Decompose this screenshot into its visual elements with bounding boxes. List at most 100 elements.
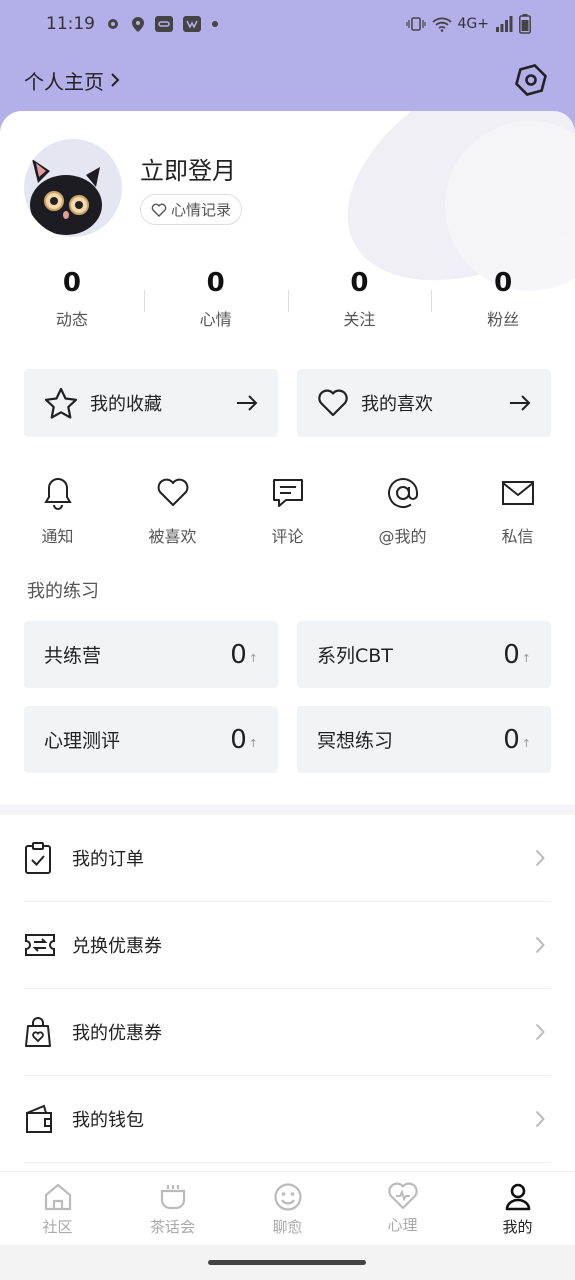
tab-community[interactable]: 社区 [0, 1172, 115, 1245]
arrow-up-icon: ↑ [521, 737, 531, 750]
menu-item-my-coupons[interactable]: 我的优惠券 [24, 989, 551, 1076]
wifi-icon [431, 17, 452, 32]
at-icon [387, 478, 418, 508]
chevron-right-icon [535, 849, 545, 867]
heart-icon [318, 389, 348, 417]
tab-label: 我的 [502, 1218, 533, 1236]
comment-icon [272, 479, 303, 507]
profile-sheet: 立即登月 心情记录 0 动态 0 心情 0 关注 0 粉丝 我的收藏 我的喜欢 … [0, 111, 575, 1245]
chevron-right-icon [111, 73, 120, 87]
mentions-label: @我的 [378, 527, 427, 546]
heart-outline-icon [151, 203, 167, 217]
practice-label: 系列CBT [317, 645, 393, 667]
mood-record-button[interactable]: 心情记录 [140, 194, 243, 225]
notifications-label: 通知 [41, 527, 74, 546]
stat-moods[interactable]: 0 心情 [143, 266, 288, 330]
my-likes-button[interactable]: 我的喜欢 [297, 369, 551, 437]
settings-status-icon [108, 19, 118, 29]
stat-value: 0 [494, 268, 513, 298]
practice-cbt[interactable]: 系列CBT 0 ↑ [297, 621, 551, 688]
cup-icon [160, 1185, 185, 1210]
mail-icon [501, 481, 534, 505]
arrow-up-icon: ↑ [248, 737, 258, 750]
menu-item-redeem-coupon[interactable]: 兑换优惠券 [24, 902, 551, 989]
bottom-tab-bar: 社区 茶话会 聊愈 心理 我的 [0, 1171, 575, 1245]
header-title: 个人主页 [24, 69, 104, 94]
practice-meditation[interactable]: 冥想练习 0 ↑ [297, 706, 551, 773]
messages-button[interactable]: 私信 [460, 475, 575, 547]
my-likes-label: 我的喜欢 [361, 394, 433, 415]
network-type: 4G+ [457, 16, 490, 32]
heart-pulse-icon [387, 1182, 418, 1210]
arrow-right-icon [237, 395, 258, 411]
stat-label: 心情 [199, 310, 232, 329]
tab-mine[interactable]: 我的 [460, 1172, 575, 1245]
vibrate-icon [405, 17, 426, 31]
avatar[interactable] [24, 139, 122, 237]
bell-icon [43, 477, 72, 510]
comments-label: 评论 [271, 527, 304, 546]
tab-psychology[interactable]: 心理 [345, 1172, 460, 1245]
notifications-button[interactable]: 通知 [0, 475, 115, 547]
ticket-exchange-icon [25, 934, 55, 956]
stat-label: 动态 [55, 310, 88, 329]
menu-item-wallet[interactable]: 我的钱包 [24, 1076, 551, 1163]
mentions-button[interactable]: @我的 [345, 475, 460, 547]
chevron-right-icon [535, 1023, 545, 1041]
practice-label: 冥想练习 [317, 730, 394, 752]
liked-by-button[interactable]: 被喜欢 [115, 475, 230, 547]
menu-item-label: 我的钱包 [72, 1110, 144, 1131]
link-app-icon [155, 16, 173, 32]
location-icon [132, 16, 144, 32]
shopping-bag-heart-icon [25, 1017, 51, 1047]
tab-tea-party[interactable]: 茶话会 [115, 1172, 230, 1245]
username[interactable]: 立即登月 [140, 151, 242, 186]
mood-record-label: 心情记录 [171, 201, 232, 219]
practice-camp[interactable]: 共练营 0 ↑ [24, 621, 278, 688]
menu-item-label: 我的订单 [72, 849, 144, 870]
menu-item-orders[interactable]: 我的订单 [24, 815, 551, 902]
personal-homepage-link[interactable]: 个人主页 [24, 66, 120, 95]
heart-outline-icon [157, 478, 188, 506]
practice-assessment[interactable]: 心理测评 0 ↑ [24, 706, 278, 773]
gesture-navigation [0, 1245, 575, 1280]
my-collections-label: 我的收藏 [90, 394, 162, 415]
quick-actions: 通知 被喜欢 评论 @我的 私信 [0, 475, 575, 547]
comments-button[interactable]: 评论 [230, 475, 345, 547]
dot-icon [212, 21, 218, 27]
profile-header: 立即登月 心情记录 [24, 139, 243, 237]
star-icon [44, 387, 78, 419]
tab-chat-heal[interactable]: 聊愈 [230, 1172, 345, 1245]
practice-section-title: 我的练习 [27, 581, 99, 602]
chevron-right-icon [535, 1110, 545, 1128]
practice-label: 共练营 [44, 645, 102, 667]
liked-by-label: 被喜欢 [148, 527, 197, 546]
chevron-right-icon [535, 936, 545, 954]
stat-followers[interactable]: 0 粉丝 [431, 266, 575, 330]
messages-label: 私信 [501, 527, 534, 546]
arrow-right-icon [510, 395, 531, 411]
practice-grid: 共练营 0 ↑ 系列CBT 0 ↑ 心理测评 0 ↑ 冥想练习 0 ↑ [24, 621, 551, 773]
menu-list: 我的订单 兑换优惠券 我的优惠券 我的钱包 [24, 815, 551, 1163]
stat-label: 粉丝 [487, 310, 520, 329]
stat-value: 0 [350, 268, 369, 298]
settings-button[interactable] [511, 60, 551, 100]
practice-value: 0 [503, 724, 520, 755]
tab-label: 心理 [387, 1216, 418, 1234]
menu-item-label: 兑换优惠券 [72, 936, 162, 957]
stat-posts[interactable]: 0 动态 [0, 266, 144, 330]
practice-label: 心理测评 [44, 730, 121, 752]
home-icon [44, 1183, 71, 1211]
arrow-up-icon: ↑ [248, 652, 258, 665]
menu-item-label: 我的优惠券 [72, 1023, 162, 1044]
wallet-icon [26, 1104, 52, 1133]
stat-following[interactable]: 0 关注 [287, 266, 432, 330]
black-cat-avatar-icon [30, 159, 102, 235]
tab-label: 社区 [42, 1218, 73, 1236]
stat-label: 关注 [343, 310, 376, 329]
tab-label: 茶话会 [149, 1218, 195, 1236]
my-collections-button[interactable]: 我的收藏 [24, 369, 278, 437]
home-gesture-bar[interactable] [208, 1260, 366, 1265]
tab-label: 聊愈 [272, 1218, 303, 1236]
practice-value: 0 [230, 724, 247, 755]
